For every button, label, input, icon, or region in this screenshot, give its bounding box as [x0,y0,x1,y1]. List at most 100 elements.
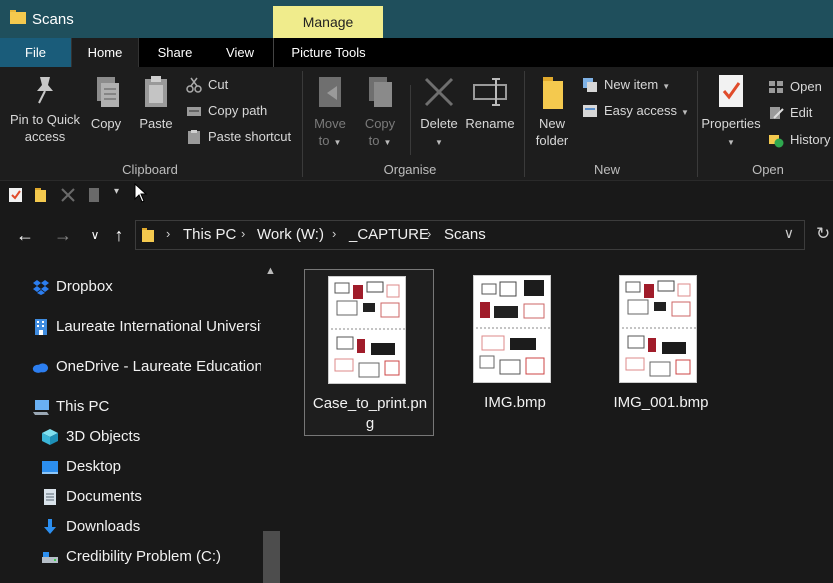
new-folder-label-2: folder [535,133,569,148]
copy-to-button[interactable]: Copy to ▼ [360,73,400,151]
nav-item-laureate-international[interactable]: Laureate International Universit [0,312,262,342]
properties-button[interactable]: Properties ▼ [700,73,762,151]
nav-pane-scrollbar[interactable]: ▲ [261,261,281,583]
delete-icon [424,77,454,107]
address-bar[interactable]: › This PC › Work (W:) › _CAPTURE › Scans… [135,220,805,250]
pin-icon [37,77,53,104]
file-list-pane: Case_to_print.pn g IMG.bmp IMG_001.bmp [284,261,833,583]
history-label: History [790,132,831,147]
file-item[interactable]: IMG_001.bmp [596,269,726,429]
cube-icon [42,429,58,445]
open-button[interactable]: Open [768,77,833,97]
open-icon [769,81,783,93]
tab-share[interactable]: Share [145,38,205,67]
rename-button[interactable]: Rename [464,73,516,132]
scroll-up-icon[interactable]: ▲ [265,265,276,277]
chevron-down-icon[interactable]: ∨ [784,225,794,242]
paste-button[interactable]: Paste [136,73,176,132]
history-button[interactable]: History [768,130,833,150]
tab-file[interactable]: File [0,38,71,67]
paste-label: Paste [139,116,173,131]
copy-button[interactable]: Copy [86,73,126,132]
breadcrumb-capture[interactable]: _CAPTURE [349,226,429,243]
breadcrumb-separator-icon[interactable]: › [427,226,431,241]
pin-to-quick-access-button[interactable]: Pin to Quick access [6,73,84,145]
file-item[interactable]: Case_to_print.pn g [304,269,434,436]
ribbon: Pin to Quick access Copy Paste Cut Copy … [0,67,833,181]
delete-icon[interactable] [60,187,76,203]
breadcrumb-this-pc[interactable]: This PC [183,226,236,243]
building-icon [35,319,47,335]
cut-label: Cut [208,77,229,92]
forward-arrow-icon[interactable]: → [52,224,74,246]
nav-item-3d-objects[interactable]: 3D Objects [0,422,262,452]
breadcrumb-scans[interactable]: Scans [444,226,486,243]
window-title: Scans [32,11,74,28]
move-to-label-2: to [318,133,330,148]
file-name: Case_to_print.pn g [312,395,428,432]
tab-home[interactable]: Home [71,38,139,67]
tab-picture-tools[interactable]: Picture Tools [273,38,383,67]
copy-to-label-1: Copy [364,116,396,131]
tab-view[interactable]: View [213,38,267,67]
edit-button[interactable]: Edit [768,103,833,123]
ribbon-tabs: File Home Share View Picture Tools [0,38,833,67]
breadcrumb-separator-icon[interactable]: › [166,226,170,241]
breadcrumb-separator-icon[interactable]: › [241,226,245,241]
image-thumbnail [473,275,551,383]
nav-label: Desktop [66,458,122,475]
image-thumbnail [328,276,406,384]
nav-item-c-drive[interactable]: Credibility Problem (C:) [0,542,262,572]
rename-icon[interactable] [86,187,102,203]
easy-access-icon [583,105,597,117]
copy-label: Copy [90,116,122,131]
properties-icon[interactable] [8,187,24,203]
navigation-bar: ← → ∨ ↑ › This PC › Work (W:) › _CAPTURE… [0,209,833,261]
nav-label: Documents [66,488,142,505]
customize-toolbar-icon[interactable]: ▾ [114,186,119,197]
nav-label: Downloads [66,518,141,535]
breadcrumb-work-drive[interactable]: Work (W:) [257,226,324,243]
new-folder-label-1: New [538,116,565,131]
chevron-down-icon: ▼ [727,138,735,147]
new-folder-icon[interactable] [33,187,49,203]
cut-button[interactable]: Cut [186,75,296,95]
copy-icon [97,77,119,107]
mouse-cursor-icon [134,183,148,203]
nav-item-this-pc[interactable]: This PC [0,392,262,422]
nav-item-downloads[interactable]: Downloads [0,512,262,542]
move-to-icon [319,77,341,107]
new-folder-button[interactable]: New folder [530,73,574,149]
nav-item-documents[interactable]: Documents [0,482,262,512]
history-icon [769,135,784,148]
chevron-down-icon: ▼ [435,138,443,147]
nav-item-onedrive[interactable]: OneDrive - Laureate Education [0,352,262,382]
file-name: IMG_001.bmp [613,394,709,411]
easy-access-label: Easy access ▼ [604,103,689,118]
recent-locations-chevron-icon[interactable]: ∨ [84,224,106,246]
paste-shortcut-button[interactable]: Paste shortcut [186,127,298,147]
nav-label: This PC [56,398,110,415]
refresh-icon[interactable]: ↻ [816,224,830,244]
new-item-button[interactable]: New item ▼ [582,75,692,95]
chevron-down-icon: ▼ [383,138,392,147]
edit-icon [770,107,784,119]
delete-button[interactable]: Delete ▼ [416,73,462,151]
rename-label: Rename [465,116,515,131]
move-to-button[interactable]: Move to ▼ [310,73,350,151]
properties-icon [719,75,743,107]
file-item[interactable]: IMG.bmp [450,269,580,429]
back-arrow-icon[interactable]: ← [14,224,36,246]
breadcrumb-separator-icon[interactable]: › [332,226,336,241]
up-arrow-icon[interactable]: ↑ [108,224,130,246]
nav-item-desktop[interactable]: Desktop [0,452,262,482]
copy-to-label-2: to [368,133,380,148]
tab-manage[interactable]: Manage [273,6,383,39]
easy-access-button[interactable]: Easy access ▼ [582,101,692,121]
scrollbar-thumb[interactable] [263,531,280,583]
drive-icon [42,552,58,563]
edit-label: Edit [790,105,813,120]
copy-path-button[interactable]: Copy path [186,101,296,121]
nav-item-dropbox[interactable]: Dropbox [0,272,262,302]
group-divider [302,71,303,177]
